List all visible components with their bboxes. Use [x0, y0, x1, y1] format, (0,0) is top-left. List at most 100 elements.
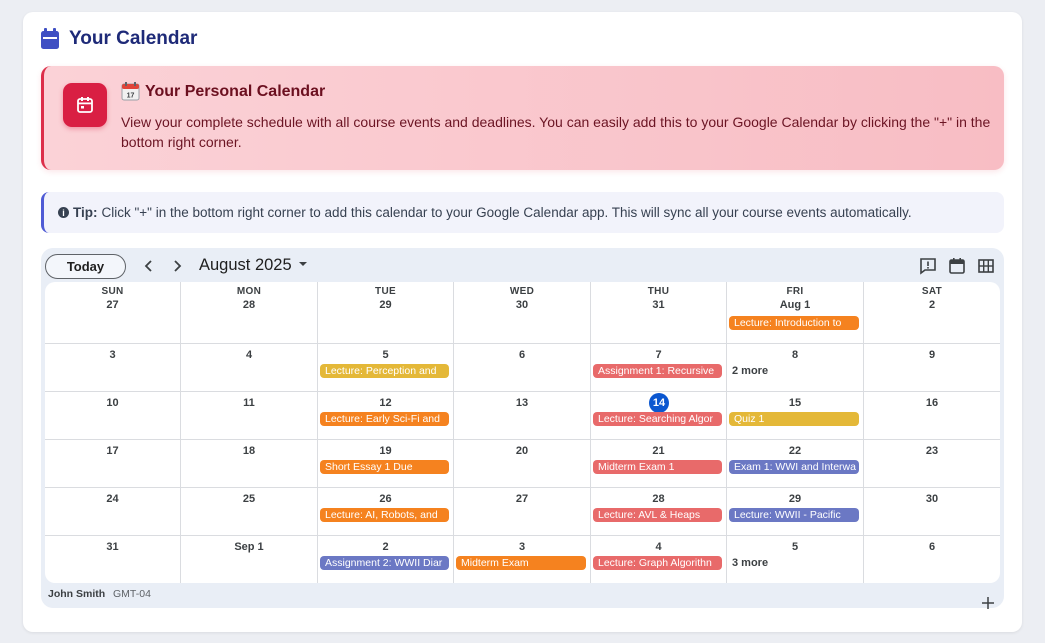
date-number[interactable]: 23 [864, 445, 1000, 457]
calendar-event[interactable]: Midterm Exam [456, 556, 586, 570]
day-cell[interactable]: 16 [864, 392, 1000, 440]
feedback-icon[interactable] [919, 257, 937, 275]
day-cell[interactable]: 23 [864, 440, 1000, 488]
day-cell[interactable]: 6 [864, 536, 1000, 583]
day-cell[interactable]: 27 [454, 488, 591, 536]
next-month-button[interactable] [168, 257, 186, 275]
chevron-left-icon [144, 260, 152, 272]
weekday-label: THU [647, 286, 670, 297]
calendar-event[interactable]: Lecture: Introduction to [729, 316, 859, 330]
date-number[interactable]: 28 [591, 493, 726, 505]
more-events-link[interactable]: 2 more [732, 365, 768, 377]
day-cell[interactable]: 9 [864, 344, 1000, 392]
date-number[interactable]: 5 [727, 541, 863, 553]
day-cell[interactable]: 13 [454, 392, 591, 440]
calendar-event[interactable]: Assignment 1: Recursive [593, 364, 722, 378]
day-cell[interactable]: SAT 2 [864, 282, 1000, 344]
calendar-event[interactable]: Lecture: WWII - Pacific [729, 508, 859, 522]
calendar-event[interactable]: Lecture: Graph Algorithn [593, 556, 722, 570]
calendar-event[interactable]: Lecture: AI, Robots, and [320, 508, 449, 522]
day-cell[interactable]: 20 [454, 440, 591, 488]
calendar-event[interactable]: Lecture: Early Sci-Fi and [320, 412, 449, 426]
date-number[interactable]: 15 [727, 397, 863, 409]
day-cell[interactable]: WED 30 [454, 282, 591, 344]
calendar-event[interactable]: Exam 1: WWI and Interwa [729, 460, 859, 474]
date-number[interactable]: 20 [454, 445, 590, 457]
calendar-event[interactable]: Quiz 1 [729, 412, 859, 426]
day-cell[interactable]: 6 [454, 344, 591, 392]
tip-label: Tip: [73, 205, 98, 220]
calendar-view-icon[interactable] [948, 257, 966, 275]
date-number[interactable]: 4 [591, 541, 726, 553]
month-selector[interactable]: August 2025 [199, 256, 292, 275]
date-number[interactable]: 22 [727, 445, 863, 457]
day-cell[interactable]: TUE 29 [318, 282, 454, 344]
day-cell[interactable]: 17 [45, 440, 181, 488]
today-date-number[interactable]: 14 [649, 393, 669, 413]
day-cell[interactable]: MON 28 [181, 282, 318, 344]
date-number[interactable]: 29 [318, 299, 453, 311]
date-number[interactable]: 9 [864, 349, 1000, 361]
calendar-event[interactable]: Lecture: AVL & Heaps [593, 508, 722, 522]
timezone-label: GMT-04 [113, 588, 151, 600]
date-number[interactable]: 26 [318, 493, 453, 505]
caret-down-icon[interactable] [298, 261, 308, 267]
more-events-link[interactable]: 3 more [732, 557, 768, 569]
day-cell[interactable]: FRI Aug 1 [727, 282, 864, 344]
date-number[interactable]: Aug 1 [727, 299, 863, 311]
date-number[interactable]: 24 [45, 493, 180, 505]
date-number[interactable]: 13 [454, 397, 590, 409]
previous-month-button[interactable] [140, 257, 158, 275]
date-number[interactable]: 25 [181, 493, 317, 505]
calendar-event[interactable]: Short Essay 1 Due [320, 460, 449, 474]
date-number[interactable]: 28 [181, 299, 317, 311]
date-number[interactable]: 19 [318, 445, 453, 457]
date-number[interactable]: 27 [45, 299, 180, 311]
today-button[interactable]: Today [45, 254, 126, 279]
date-number[interactable]: 6 [454, 349, 590, 361]
date-number[interactable]: 16 [864, 397, 1000, 409]
calendar-event[interactable]: Assignment 2: WWII Diar [320, 556, 449, 570]
date-number[interactable]: 2 [318, 541, 453, 553]
date-number[interactable]: 3 [454, 541, 590, 553]
day-cell[interactable]: THU 31 [591, 282, 727, 344]
date-number[interactable]: 3 [45, 349, 180, 361]
date-number[interactable]: 18 [181, 445, 317, 457]
day-cell[interactable]: 3 [45, 344, 181, 392]
date-number[interactable]: 30 [864, 493, 1000, 505]
date-number[interactable]: 5 [318, 349, 453, 361]
day-cell[interactable]: 4 [181, 344, 318, 392]
banner-description: View your complete schedule with all cou… [121, 114, 991, 150]
day-cell[interactable]: 25 [181, 488, 318, 536]
calendar-event[interactable]: Midterm Exam 1 [593, 460, 722, 474]
calendar-event[interactable]: Lecture: Searching Algor [593, 412, 722, 426]
date-number[interactable]: 12 [318, 397, 453, 409]
date-number[interactable]: 29 [727, 493, 863, 505]
day-cell[interactable]: SUN 27 [45, 282, 181, 344]
date-number[interactable]: 30 [454, 299, 590, 311]
date-number[interactable]: 8 [727, 349, 863, 361]
day-cell[interactable]: 24 [45, 488, 181, 536]
calendar-emoji-icon: 17 [121, 82, 140, 101]
date-number[interactable]: Sep 1 [181, 541, 317, 553]
day-cell[interactable]: 30 [864, 488, 1000, 536]
calendar-event[interactable]: Lecture: Perception and [320, 364, 449, 378]
date-number[interactable]: 17 [45, 445, 180, 457]
date-number[interactable]: 7 [591, 349, 726, 361]
date-number[interactable]: 27 [454, 493, 590, 505]
date-number[interactable]: 31 [591, 299, 726, 311]
date-number[interactable]: 21 [591, 445, 726, 457]
date-number[interactable]: 6 [864, 541, 1000, 553]
plus-icon[interactable] [981, 596, 995, 610]
day-cell[interactable]: 18 [181, 440, 318, 488]
day-cell[interactable]: 10 [45, 392, 181, 440]
day-cell[interactable]: Sep 1 [181, 536, 318, 583]
day-cell[interactable]: 11 [181, 392, 318, 440]
date-number[interactable]: 2 [864, 299, 1000, 311]
date-number[interactable]: 4 [181, 349, 317, 361]
grid-view-icon[interactable] [977, 257, 995, 275]
date-number[interactable]: 10 [45, 397, 180, 409]
date-number[interactable]: 11 [181, 397, 317, 409]
date-number[interactable]: 31 [45, 541, 180, 553]
day-cell[interactable]: 31 [45, 536, 181, 583]
